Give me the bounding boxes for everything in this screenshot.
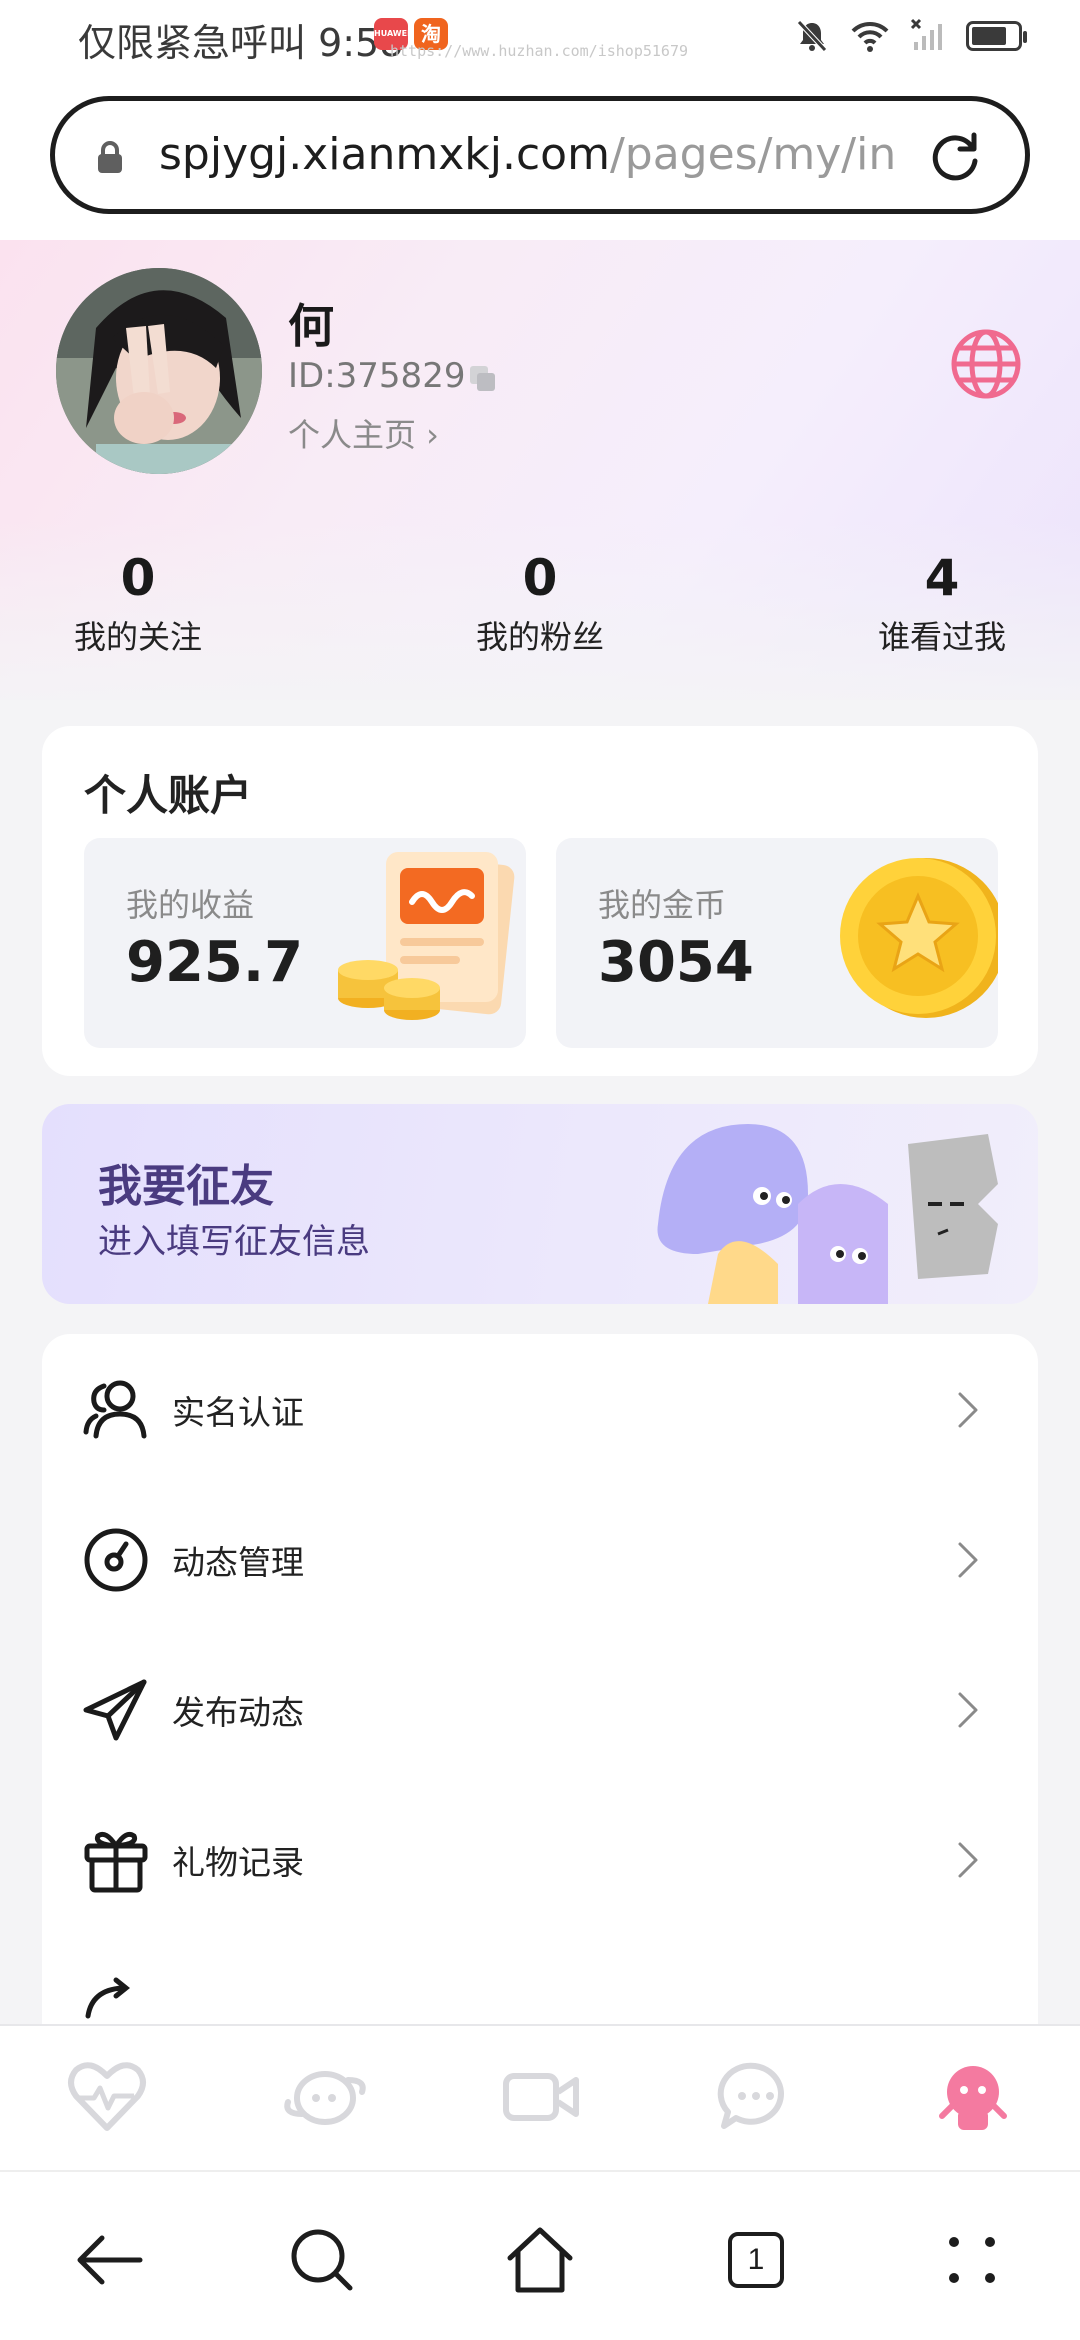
address-bar[interactable]: spjygj.xianmxkj.com/pages/my/in (50, 96, 1030, 214)
menu-item-label: 动态管理 (172, 1543, 304, 1582)
gauge-icon (84, 1528, 148, 1592)
coins-tile[interactable]: 我的金币 3054 (556, 838, 998, 1048)
back-button[interactable] (70, 2220, 150, 2300)
gold-coin-icon (840, 858, 998, 1018)
recruit-title: 我要征友 (98, 1161, 274, 1212)
menu-item-moments[interactable]: 动态管理 (42, 1484, 1038, 1634)
menu-item-verification[interactable]: 实名认证 (42, 1334, 1038, 1484)
recruit-subtitle: 进入填写征友信息 (98, 1222, 370, 1262)
stats-row: 0 我的关注 0 我的粉丝 4 谁看过我 (0, 550, 1080, 660)
send-icon (83, 1679, 147, 1741)
tab-discover[interactable] (280, 2052, 370, 2142)
wifi-icon (851, 21, 889, 52)
stat-following[interactable]: 0 我的关注 (18, 550, 258, 658)
earnings-document-icon (338, 852, 515, 1020)
browser-navigation: 1 (0, 2170, 1080, 2340)
avatar[interactable] (56, 268, 262, 474)
bell-off-icon (797, 20, 827, 52)
account-card: 个人账户 我的收益 925.7 我的金币 3054 (42, 726, 1038, 1076)
menu-item-publish[interactable]: 发布动态 (42, 1634, 1038, 1784)
menu-item-label: 发布动态 (172, 1693, 304, 1732)
reload-icon[interactable] (925, 127, 985, 187)
tab-video[interactable] (496, 2052, 586, 2142)
chevron-right-icon (958, 1842, 978, 1878)
tabs-button[interactable]: 1 (716, 2220, 796, 2300)
earnings-tile[interactable]: 我的收益 925.7 (84, 838, 526, 1048)
users-icon (83, 1380, 147, 1439)
back-arrow-icon (77, 2235, 143, 2285)
menu-item-label: 实名认证 (172, 1393, 304, 1432)
tab-count: 1 (728, 2232, 784, 2288)
copy-icon[interactable] (466, 362, 498, 394)
stat-visitors[interactable]: 4 谁看过我 (822, 550, 1062, 658)
stat-label: 谁看过我 (877, 618, 1006, 656)
menu-item-gifts[interactable]: 礼物记录 (42, 1784, 1038, 1934)
more-button[interactable] (932, 2220, 1012, 2300)
stat-label: 我的关注 (73, 618, 202, 656)
account-title: 个人账户 (84, 771, 253, 820)
heart-pulse-icon (68, 2062, 146, 2131)
gift-icon (84, 1831, 148, 1893)
system-icons (794, 18, 1027, 54)
tab-messages[interactable] (710, 2052, 800, 2142)
menu-item-label: 礼物记录 (172, 1843, 304, 1882)
menu-item-partial[interactable] (42, 1934, 1038, 2034)
earnings-label: 我的收益 (126, 886, 255, 924)
globe-icon[interactable] (948, 326, 1024, 402)
stat-followers[interactable]: 0 我的粉丝 (420, 550, 660, 658)
coins-value: 3054 (598, 930, 754, 995)
video-icon (503, 2073, 579, 2121)
home-icon (507, 2227, 573, 2293)
search-button[interactable] (282, 2220, 362, 2300)
more-dots-icon (949, 2237, 995, 2283)
browser-toolbar: spjygj.xianmxkj.com/pages/my/in (0, 80, 1080, 240)
recruit-banner[interactable]: 我要征友 进入填写征友信息 (42, 1104, 1038, 1304)
user-name: 何 (288, 299, 334, 353)
earnings-value: 925.7 (126, 930, 304, 995)
bottom-tab-bar (0, 2024, 1080, 2170)
battery-icon (966, 21, 1027, 51)
stat-value: 0 (120, 549, 156, 607)
chevron-right-icon (958, 1692, 978, 1728)
user-id: ID:375829 (288, 356, 466, 396)
signal-off-icon (910, 18, 942, 50)
mascot-icon (939, 2066, 1007, 2130)
search-icon (291, 2229, 353, 2291)
status-bar: 仅限紧急呼叫 9:58 HUAWEI 淘 https://www.huzhan.… (0, 0, 1080, 80)
chevron-right-icon (958, 1392, 978, 1428)
watermark: https://www.huzhan.com/ishop51679 (390, 42, 689, 60)
stat-label: 我的粉丝 (475, 618, 604, 656)
home-button[interactable] (500, 2220, 580, 2300)
mascot-illustration (657, 1124, 998, 1304)
stat-value: 0 (522, 549, 558, 607)
planet-chat-icon (284, 2071, 366, 2125)
message-icon (717, 2062, 784, 2129)
menu-card: 实名认证 动态管理 发布动态 礼物记录 (42, 1334, 1038, 2034)
coins-label: 我的金币 (598, 886, 727, 924)
homepage-link[interactable]: 个人主页 › (288, 410, 439, 456)
lock-icon (98, 141, 122, 173)
url-text[interactable]: spjygj.xianmxkj.com/pages/my/in (159, 129, 949, 189)
status-text: 仅限紧急呼叫 9:58 (78, 21, 404, 65)
stat-value: 4 (924, 549, 960, 607)
chevron-right-icon (958, 1542, 978, 1578)
tab-me[interactable] (928, 2052, 1018, 2142)
tab-home[interactable] (62, 2052, 152, 2142)
